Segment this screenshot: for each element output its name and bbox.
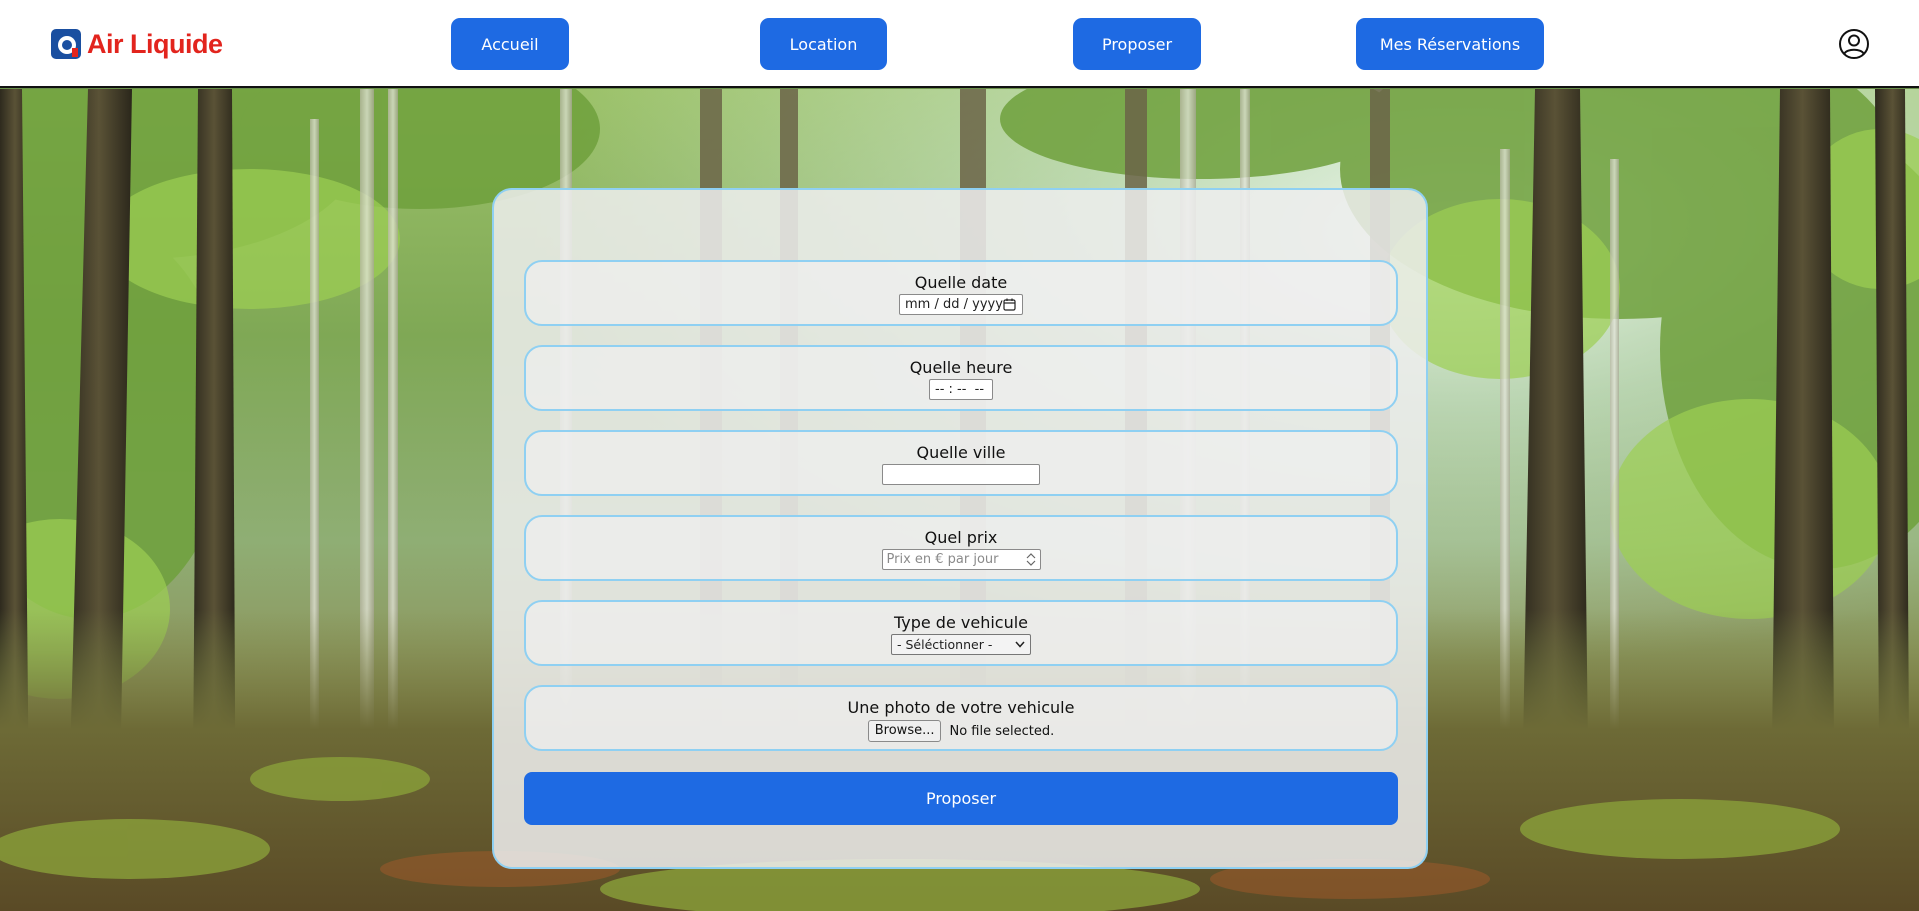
- time-label: Quelle heure: [909, 358, 1013, 377]
- price-input[interactable]: Prix en € par jour: [881, 549, 1041, 570]
- city-label: Quelle ville: [916, 443, 1006, 462]
- nav-accueil-button[interactable]: Accueil: [451, 18, 569, 70]
- time-input[interactable]: -- : -- --: [929, 379, 993, 400]
- city-input[interactable]: [882, 464, 1040, 485]
- calendar-icon[interactable]: [1003, 298, 1016, 311]
- nav-proposer-button[interactable]: Proposer: [1073, 18, 1201, 70]
- vehicle-type-selected: - Séléctionner -: [897, 637, 993, 652]
- proposal-form-card: Quelle date mm / dd / yyyy Quelle heure …: [492, 188, 1428, 869]
- photo-file-input[interactable]: Browse... No file selected.: [867, 720, 1055, 742]
- nav-mes-reservations-button[interactable]: Mes Réservations: [1356, 18, 1544, 70]
- air-liquide-logo-icon: [51, 29, 81, 59]
- photo-field-box: Une photo de votre vehicule Browse... No…: [524, 685, 1398, 751]
- vehicle-type-field-box: Type de vehicule - Séléctionner -: [524, 600, 1398, 666]
- time-field-box: Quelle heure -- : -- --: [524, 345, 1398, 411]
- submit-proposer-button[interactable]: Proposer: [524, 772, 1398, 825]
- price-label: Quel prix: [924, 528, 998, 547]
- nav-location-button[interactable]: Location: [760, 18, 887, 70]
- price-input-placeholder: Prix en € par jour: [886, 552, 999, 567]
- date-label: Quelle date: [914, 273, 1008, 292]
- date-field-box: Quelle date mm / dd / yyyy: [524, 260, 1398, 326]
- vehicle-type-label: Type de vehicule: [893, 613, 1029, 632]
- photo-label: Une photo de votre vehicule: [847, 698, 1075, 717]
- city-field-box: Quelle ville: [524, 430, 1398, 496]
- brand-logo[interactable]: Air Liquide: [50, 26, 223, 62]
- vehicle-type-select[interactable]: - Séléctionner -: [891, 634, 1031, 655]
- browse-button[interactable]: Browse...: [867, 720, 942, 742]
- date-input[interactable]: mm / dd / yyyy: [899, 294, 1023, 315]
- date-input-value: mm / dd / yyyy: [905, 297, 1003, 312]
- user-circle-icon[interactable]: [1838, 28, 1870, 60]
- top-navbar: Air Liquide Accueil Location Proposer Me…: [0, 0, 1919, 88]
- brand-name: Air Liquide: [87, 28, 223, 59]
- chevron-down-icon: [1015, 641, 1025, 648]
- price-field-box: Quel prix Prix en € par jour: [524, 515, 1398, 581]
- file-status-text: No file selected.: [949, 723, 1055, 739]
- spinner-arrows-icon[interactable]: [1025, 552, 1037, 567]
- time-input-value: -- : -- --: [935, 382, 985, 397]
